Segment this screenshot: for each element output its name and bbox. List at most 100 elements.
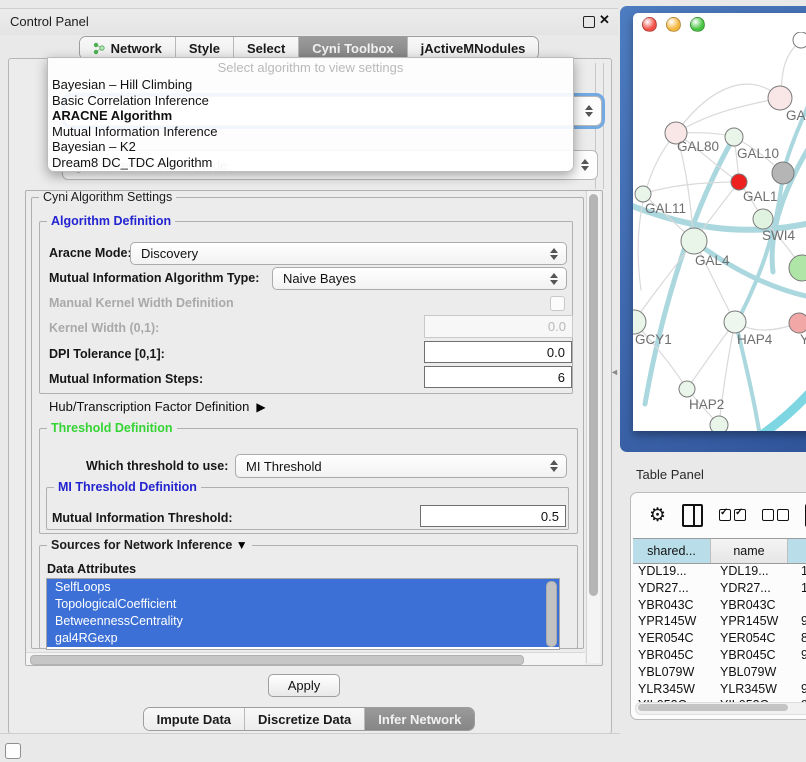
table-panel-title: Table Panel	[636, 467, 704, 482]
network-node[interactable]	[753, 209, 773, 229]
algorithm-list-item[interactable]: ARACNE Algorithm	[48, 108, 573, 124]
cyni-algorithm-settings-title: Cyni Algorithm Settings	[39, 191, 176, 204]
settings-vscrollbar[interactable]	[586, 191, 600, 663]
table-cell: YBR043C	[633, 597, 715, 614]
settings-hscrollbar[interactable]	[26, 652, 585, 665]
table-toolbar: ⚙	[631, 493, 806, 537]
network-node[interactable]	[679, 381, 695, 397]
network-edge[interactable]	[676, 98, 780, 133]
column-header-shared[interactable]: shared...	[633, 539, 711, 563]
network-canvas[interactable]: GALGAL80GAL10GAL1GAL11SWI4GAL4GCY1HAP4YH…	[633, 32, 806, 431]
algorithm-list-item[interactable]: Basic Correlation Inference	[48, 93, 573, 109]
tab-network[interactable]: Network	[80, 37, 176, 59]
window-minimize-icon[interactable]	[666, 17, 681, 32]
network-node[interactable]	[772, 162, 794, 184]
algorithm-list-item[interactable]: Bayesian – K2	[48, 139, 573, 155]
network-node[interactable]	[789, 255, 806, 281]
table-row[interactable]: YER054CYER054C8.	[633, 630, 806, 647]
combo-arrows-icon	[550, 273, 558, 285]
network-edge[interactable]	[687, 322, 735, 389]
network-graph[interactable]: GALGAL80GAL10GAL1GAL11SWI4GAL4GCY1HAP4YH…	[633, 32, 806, 431]
tab-discretize-data[interactable]: Discretize Data	[245, 708, 365, 730]
tab-jactivemnodules[interactable]: jActiveMNodules	[408, 37, 539, 59]
network-node[interactable]	[633, 310, 646, 334]
table-row[interactable]: YBL079WYBL079W	[633, 664, 806, 681]
hub-definition-label: Hub/Transcription Factor Definition	[49, 399, 249, 414]
column-header-partial[interactable]	[788, 539, 806, 563]
aracne-mode-combo[interactable]: Discovery	[130, 242, 567, 265]
attribute-list-item[interactable]: SelfLoops	[47, 579, 559, 596]
mi-type-combo[interactable]: Naive Bayes	[272, 267, 567, 290]
attribute-list-item[interactable]: gal4RGexp	[47, 630, 559, 647]
tab-discretize-data-label: Discretize Data	[258, 712, 351, 727]
dpi-tolerance-field[interactable]: 0.0	[424, 341, 572, 363]
attribute-list-item[interactable]: TopologicalCoefficient	[47, 596, 559, 613]
tab-impute-data[interactable]: Impute Data	[144, 708, 245, 730]
gear-icon[interactable]: ⚙	[649, 506, 666, 525]
hub-expand-icon[interactable]: ▶	[256, 400, 265, 414]
network-node[interactable]	[635, 186, 651, 202]
data-attributes-list[interactable]: SelfLoopsTopologicalCoefficientBetweenne…	[46, 578, 560, 650]
table-row[interactable]: YBR045CYBR045C9.	[633, 647, 806, 664]
network-window: GALGAL80GAL10GAL1GAL11SWI4GAL4GCY1HAP4YH…	[633, 13, 806, 431]
tab-style[interactable]: Style	[176, 37, 234, 59]
apply-button[interactable]: Apply	[268, 674, 340, 697]
network-node[interactable]	[789, 313, 806, 333]
manual-kernel-checkbox[interactable]	[550, 296, 565, 311]
network-node[interactable]	[793, 32, 806, 48]
sources-collapse-icon[interactable]: ▼	[236, 538, 248, 552]
deselect-all-icon[interactable]	[762, 509, 789, 521]
float-panel-icon[interactable]	[583, 16, 595, 28]
splitpane-collapse-icon[interactable]: ◄	[610, 367, 619, 377]
table-row[interactable]: YPR145WYPR145W9.	[633, 613, 806, 630]
which-threshold-combo[interactable]: MI Threshold	[235, 454, 567, 478]
network-node[interactable]	[768, 86, 792, 110]
bottom-tabbar: Impute Data Discretize Data Infer Networ…	[0, 707, 618, 730]
network-edge[interactable]	[645, 137, 734, 404]
tab-infer-network[interactable]: Infer Network	[365, 708, 474, 730]
window-zoom-icon[interactable]	[690, 17, 705, 32]
network-node-label: Y	[800, 332, 806, 347]
table-row[interactable]: YDL19...YDL19...13	[633, 563, 806, 580]
network-edge[interactable]	[643, 182, 739, 194]
attribute-list-item[interactable]: BetweennessCentrality	[47, 613, 559, 630]
mi-threshold-field[interactable]: 0.5	[420, 505, 566, 527]
table-cell: YBL079W	[633, 664, 715, 681]
table-row[interactable]: YLR345WYLR345W9.	[633, 681, 806, 698]
algorithm-list-item[interactable]: Mutual Information Inference	[48, 124, 573, 140]
mi-steps-field[interactable]: 6	[424, 366, 572, 388]
table-cell: 12	[796, 580, 806, 597]
hub-definition-row[interactable]: Hub/Transcription Factor Definition ▶	[49, 399, 266, 414]
column-header-name[interactable]: name	[711, 539, 788, 563]
tab-select[interactable]: Select	[234, 37, 299, 59]
table-hscroll-thumb[interactable]	[638, 704, 788, 711]
window-traffic-lights	[642, 17, 705, 32]
table-row[interactable]: YBR043CYBR043C	[633, 597, 806, 614]
split-columns-icon[interactable]	[682, 504, 703, 527]
network-node[interactable]	[710, 416, 728, 431]
algorithm-list-item[interactable]: Bayesian – Hill Climbing	[48, 77, 573, 93]
network-node-label: GAL	[786, 108, 806, 123]
settings-hscroll-thumb[interactable]	[30, 655, 524, 665]
data-attributes-label: Data Attributes	[47, 562, 136, 576]
network-node[interactable]	[725, 128, 743, 146]
table-cell: YDR27...	[715, 580, 796, 597]
restore-panel-icon[interactable]	[5, 743, 21, 759]
algorithm-list-item[interactable]: Dream8 DC_TDC Algorithm	[48, 155, 573, 171]
table-hscrollbar[interactable]	[635, 702, 806, 715]
table-cell: YLR345W	[715, 681, 796, 698]
close-icon[interactable]: ✕	[599, 12, 610, 28]
network-node[interactable]	[681, 228, 707, 254]
network-node-label: SWI4	[762, 228, 795, 243]
network-node[interactable]	[731, 174, 747, 190]
attributes-scrollbar[interactable]	[546, 581, 557, 647]
network-node[interactable]	[724, 311, 746, 333]
aracne-mode-label: Aracne Mode:	[49, 246, 132, 260]
network-edge[interactable]	[676, 84, 780, 133]
select-all-icon[interactable]	[719, 509, 746, 521]
table-row[interactable]: YDR27...YDR27...12	[633, 580, 806, 597]
window-close-icon[interactable]	[642, 17, 657, 32]
bottom-divider	[0, 733, 620, 734]
settings-vscroll-thumb[interactable]	[589, 194, 598, 596]
tab-cyni-toolbox[interactable]: Cyni Toolbox	[299, 37, 407, 59]
